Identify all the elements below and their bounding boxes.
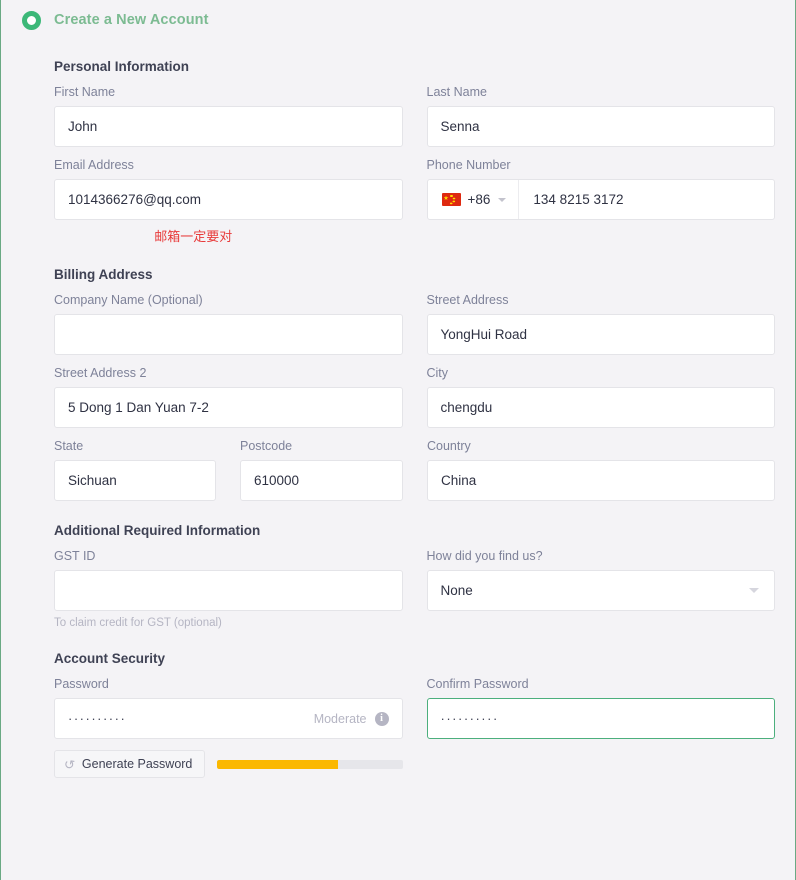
- section-title-personal: Personal Information: [54, 59, 190, 74]
- password-label: Password: [54, 677, 109, 691]
- first-name-input[interactable]: John: [54, 106, 403, 147]
- email-annotation: 邮箱一定要对: [154, 229, 233, 244]
- refresh-icon: ↺: [63, 755, 76, 773]
- confirm-password-input[interactable]: ··········: [426, 698, 775, 739]
- password-input[interactable]: ·········· Moderate i: [54, 698, 403, 739]
- postcode-label: Postcode: [240, 439, 293, 453]
- flag-cn-icon: [441, 193, 461, 206]
- row-street2-city: Street Address 2 5 Dong 1 Dan Yuan 7-2 C…: [54, 365, 775, 428]
- how-did-you-find-us-label: How did you find us?: [426, 549, 543, 563]
- gst-id-input[interactable]: [54, 570, 403, 611]
- state-label: State: [54, 439, 84, 453]
- how-did-you-find-us-select[interactable]: None: [426, 570, 775, 611]
- city-label: City: [426, 366, 449, 380]
- row-company-street: Company Name (Optional) Street Address Y…: [54, 292, 775, 355]
- section-title-billing: Billing Address: [54, 267, 153, 282]
- field-street-address: Street Address YongHui Road: [426, 292, 775, 355]
- section-title-additional: Additional Required Information: [54, 523, 261, 538]
- field-last-name: Last Name Senna: [426, 84, 775, 147]
- row-name: First Name John Last Name Senna: [54, 84, 775, 147]
- wizard-header: Create a New Account: [1, 0, 795, 34]
- gst-id-helper-text: To claim credit for GST (optional): [54, 617, 222, 629]
- field-password: Password ·········· Moderate i ↺ Generat…: [54, 676, 403, 778]
- confirm-password-masked-value: ··········: [440, 711, 499, 726]
- row-contact: Email Address 1014366276@qq.com 邮箱一定要对 P…: [54, 157, 775, 245]
- phone-number-input[interactable]: 134 8215 3172: [519, 180, 774, 219]
- row-passwords: Password ·········· Moderate i ↺ Generat…: [54, 676, 775, 778]
- street-address-input[interactable]: YongHui Road: [426, 314, 775, 355]
- last-name-input[interactable]: Senna: [426, 106, 775, 147]
- phone-input-group: +86 134 8215 3172: [426, 179, 775, 220]
- circle-step-icon: [22, 10, 41, 30]
- field-street-address-2: Street Address 2 5 Dong 1 Dan Yuan 7-2: [54, 365, 403, 428]
- phone-label: Phone Number: [426, 158, 511, 172]
- state-input[interactable]: Sichuan: [54, 460, 216, 501]
- how-did-you-find-us-value: None: [440, 583, 473, 598]
- password-strength-fill: [217, 759, 338, 769]
- field-country: Country China: [427, 438, 775, 501]
- password-strength-group: Moderate i: [313, 711, 389, 726]
- street-address-2-input[interactable]: 5 Dong 1 Dan Yuan 7-2: [54, 387, 403, 428]
- account-signup-page: Create a New Account Personal Informatio…: [0, 0, 796, 880]
- password-masked-value: ··········: [68, 711, 127, 726]
- country-label: Country: [427, 439, 471, 453]
- password-strength-label: Moderate: [313, 711, 367, 726]
- phone-country-selector[interactable]: +86: [428, 180, 520, 219]
- street-address-label: Street Address: [426, 293, 509, 307]
- last-name-label: Last Name: [426, 85, 487, 99]
- field-gst-id: GST ID To claim credit for GST (optional…: [54, 548, 403, 629]
- company-name-input[interactable]: [54, 314, 403, 355]
- form-body: Personal Information First Name John Las…: [1, 59, 795, 778]
- chevron-down-icon: [498, 197, 507, 202]
- field-city: City chengdu: [426, 365, 775, 428]
- info-icon[interactable]: i: [374, 711, 389, 726]
- field-phone: Phone Number +86 134 8215 3172: [426, 157, 775, 245]
- page-title: Create a New Account: [54, 12, 209, 28]
- street-address-2-label: Street Address 2: [54, 366, 147, 380]
- password-strength-bar: [217, 759, 403, 769]
- field-company-name: Company Name (Optional): [54, 292, 403, 355]
- generate-password-button[interactable]: ↺ Generate Password: [54, 750, 206, 778]
- field-postcode: Postcode 610000: [240, 438, 403, 501]
- phone-dial-code: +86: [467, 192, 491, 207]
- country-input[interactable]: China: [427, 460, 775, 501]
- field-first-name: First Name John: [54, 84, 403, 147]
- field-how-did-you-find-us: How did you find us? None: [426, 548, 775, 629]
- email-input[interactable]: 1014366276@qq.com: [54, 179, 403, 220]
- field-confirm-password: Confirm Password ··········: [426, 676, 775, 778]
- company-name-label: Company Name (Optional): [54, 293, 203, 307]
- confirm-password-label: Confirm Password: [426, 677, 529, 691]
- row-gst-findus: GST ID To claim credit for GST (optional…: [54, 548, 775, 629]
- chevron-down-icon: [749, 588, 759, 593]
- section-title-security: Account Security: [54, 651, 166, 666]
- first-name-label: First Name: [54, 85, 116, 99]
- gst-id-label: GST ID: [54, 549, 96, 563]
- field-email: Email Address 1014366276@qq.com 邮箱一定要对: [54, 157, 403, 245]
- row-state-postcode-country: State Sichuan Postcode 610000 Country Ch…: [54, 438, 775, 501]
- field-state: State Sichuan: [54, 438, 216, 501]
- email-label: Email Address: [54, 158, 134, 172]
- generate-password-label: Generate Password: [81, 757, 193, 771]
- city-input[interactable]: chengdu: [426, 387, 775, 428]
- postcode-input[interactable]: 610000: [240, 460, 403, 501]
- password-tools: ↺ Generate Password: [54, 750, 403, 778]
